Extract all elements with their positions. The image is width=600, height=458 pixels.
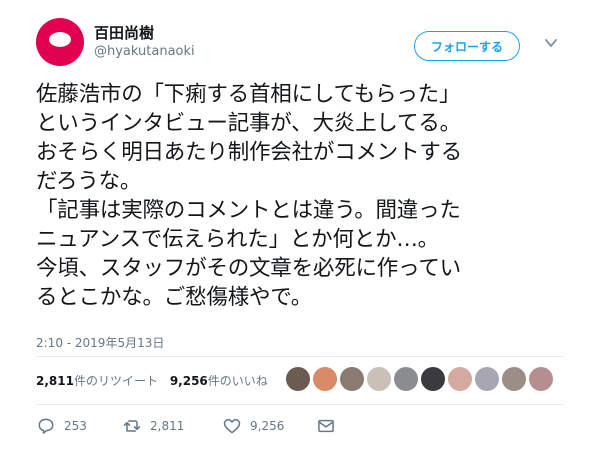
tweet-line: 「記事は実際のコメントとは違う。間違った	[36, 198, 461, 223]
action-bar: 253 2,811 9,256	[36, 414, 344, 438]
follow-button[interactable]: フォローする	[414, 31, 520, 61]
display-name[interactable]: 百田尚樹	[94, 22, 154, 43]
liker-avatar[interactable]	[421, 367, 445, 391]
liker-avatar[interactable]	[340, 367, 364, 391]
divider	[36, 356, 564, 357]
likes-count: 9,256	[169, 374, 208, 388]
like-count: 9,256	[250, 419, 285, 433]
avatar[interactable]	[36, 18, 84, 66]
liker-avatar[interactable]	[367, 367, 391, 391]
tweet-line: というインタビュー記事が、大炎上してる。	[36, 111, 461, 136]
tweet-text: 佐藤浩市の「下痢する首相にしてもらった」 というインタビュー記事が、大炎上してる…	[36, 80, 596, 312]
tweet-line: ニュアンスで伝えられた」とか何とか…。	[36, 227, 439, 252]
liker-avatar[interactable]	[529, 367, 553, 391]
liker-avatar[interactable]	[502, 367, 526, 391]
liker-avatar[interactable]	[394, 367, 418, 391]
liker-avatar[interactable]	[313, 367, 337, 391]
tweet-line: 今頃、スタッフがその文章を必死に作ってい	[36, 256, 461, 281]
tweet-line: だろうな。	[36, 169, 142, 194]
retweets-stat[interactable]: 2,811件のリツイート	[36, 374, 158, 388]
chevron-down-icon[interactable]	[544, 36, 558, 50]
reply-count: 253	[64, 419, 87, 433]
dm-button[interactable]	[316, 416, 344, 436]
likes-stat[interactable]: 9,256件のいいね	[170, 374, 268, 388]
tweet-line: おそらく明日あたり制作会社がコメントする	[36, 140, 463, 165]
retweet-count: 2,811	[150, 419, 185, 433]
heart-icon	[223, 419, 241, 434]
retweets-label: 件のリツイート	[73, 374, 158, 388]
liker-avatar[interactable]	[448, 367, 472, 391]
retweets-count: 2,811	[36, 374, 74, 388]
liker-avatar[interactable]	[286, 367, 310, 391]
liker-avatar[interactable]	[475, 367, 499, 391]
tweet-stats: 2,811件のリツイート 9,256件のいいね	[36, 372, 276, 389]
user-handle[interactable]: @hyakutanaoki	[94, 44, 195, 59]
tweet-line: 佐藤浩市の「下痢する首相にしてもらった」	[36, 82, 461, 107]
tweet-timestamp[interactable]: 2:10 - 2019年5月13日	[36, 334, 164, 351]
avatar-logo	[49, 32, 71, 47]
reply-icon	[38, 418, 54, 434]
tweet-line: るとこかな。ご愁傷様やで。	[36, 285, 313, 310]
dm-icon	[318, 419, 334, 433]
divider	[36, 404, 564, 405]
liker-avatars	[286, 367, 556, 391]
likes-label: 件のいいね	[207, 374, 268, 388]
reply-button[interactable]: 253	[36, 416, 122, 436]
retweet-icon	[123, 420, 141, 432]
retweet-button[interactable]: 2,811	[122, 416, 222, 436]
like-button[interactable]: 9,256	[222, 416, 316, 436]
